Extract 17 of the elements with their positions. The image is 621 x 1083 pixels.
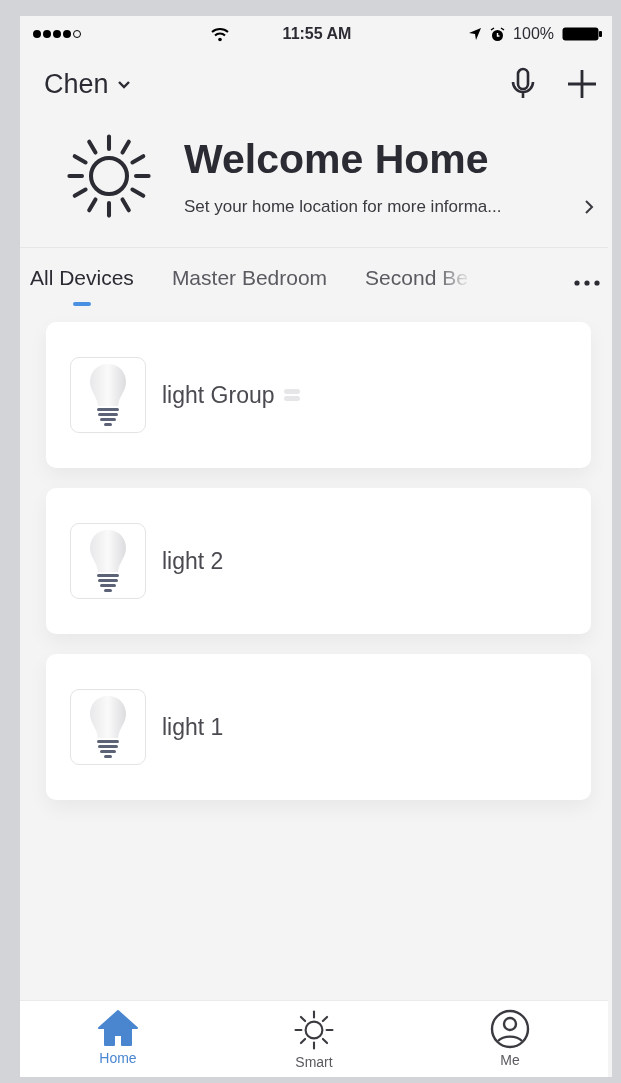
status-time: 11:55 AM <box>282 25 352 43</box>
nav-tab[interactable]: Me <box>412 1009 608 1077</box>
device-name: light 2 <box>162 547 224 575</box>
nav-tab[interactable]: Smart <box>216 1009 412 1077</box>
welcome-title: Welcome Home <box>184 135 490 183</box>
device-card[interactable]: light 1 <box>46 654 591 800</box>
nav-tab[interactable]: Home <box>20 1009 216 1077</box>
device-name: light Group <box>162 381 275 409</box>
device-name: light 1 <box>162 713 224 741</box>
home-selector[interactable]: Chen <box>44 68 131 100</box>
battery-percent: 100% <box>513 25 554 43</box>
device-card[interactable]: light 2 <box>46 488 591 634</box>
device-card[interactable]: light Group <box>46 322 591 468</box>
location-prompt-link[interactable]: Set your home location for more informa... <box>184 196 502 217</box>
room-tab[interactable]: Second Be <box>365 266 468 306</box>
room-tab[interactable]: All Devices <box>30 266 134 306</box>
room-tab[interactable]: Master Bedroom <box>171 266 328 306</box>
